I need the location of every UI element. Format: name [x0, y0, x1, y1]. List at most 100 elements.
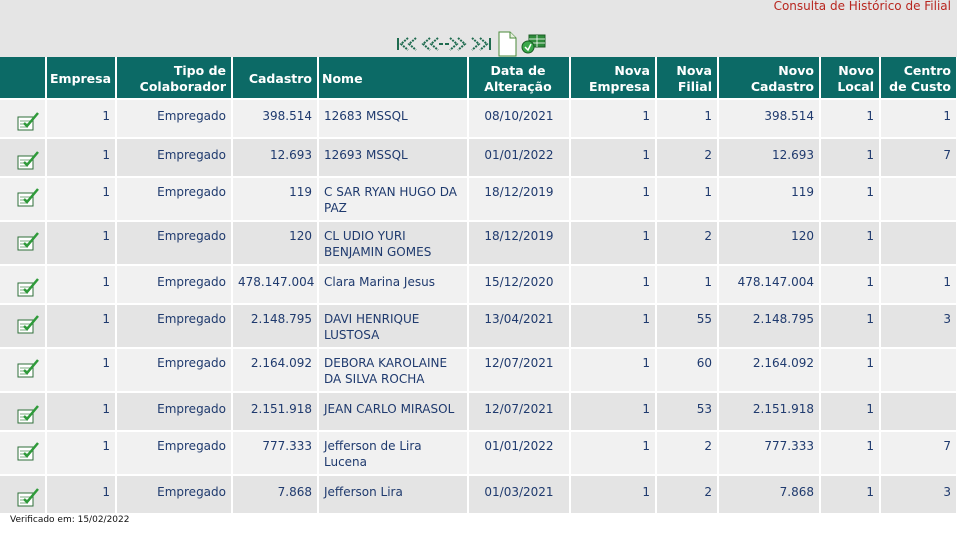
table-row: 1 Empregado 777.333 Jefferson de Lira Lucen…	[0, 431, 957, 476]
cell-cadastro: 777.333	[232, 431, 319, 476]
cell-tipo-colaborador: Empregado	[116, 221, 233, 266]
cell-nova-filial: 1	[656, 265, 719, 305]
cell-nova-empresa: 1	[570, 265, 657, 305]
edit-record-icon[interactable]	[0, 431, 47, 476]
cell-data-alteracao: 12/07/2021	[468, 348, 571, 393]
header-centro-custo[interactable]: Centro de Custo	[880, 57, 957, 100]
cell-nome: Clara Marina Jesus	[318, 265, 469, 305]
header-nova-filial[interactable]: Nova Filial	[656, 57, 719, 100]
cell-tipo-colaborador: Empregado	[116, 431, 233, 476]
table-row: 1 Empregado 2.164.092 DEBORA KAROLAINE DA S…	[0, 348, 957, 393]
edit-record-icon[interactable]	[0, 177, 47, 222]
cell-data-alteracao: 12/07/2021	[468, 392, 571, 432]
cell-centro-custo: 7	[880, 431, 957, 476]
header-novo-local[interactable]: Novo Local	[820, 57, 881, 100]
cell-novo-local: 1	[820, 475, 881, 515]
previous-page-icon[interactable]	[420, 35, 444, 53]
cell-data-alteracao: 18/12/2019	[468, 177, 571, 222]
excel-export-icon[interactable]	[520, 32, 546, 56]
history-table: Empresa Tipo de Colaborador Cadastro Nom…	[0, 57, 957, 515]
header-nome[interactable]: Nome	[318, 57, 469, 100]
cell-data-alteracao: 18/12/2019	[468, 221, 571, 266]
header-empresa[interactable]: Empresa	[46, 57, 117, 100]
cell-nova-empresa: 1	[570, 431, 657, 476]
cell-novo-cadastro: 2.148.795	[718, 304, 821, 349]
cell-nova-filial: 1	[656, 177, 719, 222]
header-data-alteracao[interactable]: Data de Alteração	[468, 57, 571, 100]
cell-novo-cadastro: 2.164.092	[718, 348, 821, 393]
cell-centro-custo	[880, 392, 957, 432]
table-row: 1 Empregado 120 CL UDIO YURI BENJAMIN GOMES…	[0, 221, 957, 266]
cell-centro-custo: 7	[880, 138, 957, 178]
cell-nome: C SAR RYAN HUGO DA PAZ	[318, 177, 469, 222]
cell-cadastro: 7.868	[232, 475, 319, 515]
last-page-icon[interactable]	[468, 35, 492, 53]
cell-nome: DEBORA KAROLAINE DA SILVA ROCHA	[318, 348, 469, 393]
header-novo-cadastro[interactable]: Novo Cadastro	[718, 57, 821, 100]
page-title: Consulta de Histórico de Filial	[773, 0, 951, 13]
next-page-icon[interactable]	[444, 35, 468, 53]
cell-nome: CL UDIO YURI BENJAMIN GOMES	[318, 221, 469, 266]
cell-novo-cadastro: 2.151.918	[718, 392, 821, 432]
cell-cadastro: 120	[232, 221, 319, 266]
table-row: 1 Empregado 7.868 Jefferson Lira 01/03/2021 1…	[0, 475, 957, 515]
cell-tipo-colaborador: Empregado	[116, 304, 233, 349]
cell-empresa: 1	[46, 392, 117, 432]
cell-novo-local: 1	[820, 431, 881, 476]
header-tipo-colaborador[interactable]: Tipo de Colaborador	[116, 57, 233, 100]
cell-novo-local: 1	[820, 265, 881, 305]
cell-tipo-colaborador: Empregado	[116, 177, 233, 222]
table-row: 1 Empregado 12.693 12693 MSSQL 01/01/2022 1 2 1…	[0, 138, 957, 178]
cell-nome: 12683 MSSQL	[318, 99, 469, 139]
table-row: 1 Empregado 2.148.795 DAVI HENRIQUE LUSTOSA…	[0, 304, 957, 349]
header-nova-empresa[interactable]: Nova Empresa	[570, 57, 657, 100]
cell-nova-empresa: 1	[570, 99, 657, 139]
document-icon[interactable]	[496, 31, 518, 57]
cell-nome: JEAN CARLO MIRASOL	[318, 392, 469, 432]
cell-empresa: 1	[46, 348, 117, 393]
cell-cadastro: 12.693	[232, 138, 319, 178]
edit-record-icon[interactable]	[0, 138, 47, 178]
cell-novo-cadastro: 398.514	[718, 99, 821, 139]
cell-cadastro: 478.147.004	[232, 265, 319, 305]
cell-centro-custo	[880, 348, 957, 393]
edit-record-icon[interactable]	[0, 304, 47, 349]
cell-centro-custo: 1	[880, 265, 957, 305]
cell-empresa: 1	[46, 304, 117, 349]
cell-nova-filial: 1	[656, 99, 719, 139]
cell-novo-local: 1	[820, 221, 881, 266]
cell-cadastro: 2.151.918	[232, 392, 319, 432]
cell-novo-cadastro: 12.693	[718, 138, 821, 178]
cell-nova-filial: 55	[656, 304, 719, 349]
cell-empresa: 1	[46, 221, 117, 266]
cell-novo-cadastro: 777.333	[718, 431, 821, 476]
cell-novo-local: 1	[820, 138, 881, 178]
edit-record-icon[interactable]	[0, 221, 47, 266]
first-page-icon[interactable]	[396, 35, 420, 53]
edit-record-icon[interactable]	[0, 99, 47, 139]
cell-novo-local: 1	[820, 392, 881, 432]
cell-novo-local: 1	[820, 99, 881, 139]
table-row: 1 Empregado 398.514 12683 MSSQL 08/10/2021 1 1…	[0, 99, 957, 139]
edit-record-icon[interactable]	[0, 265, 47, 305]
cell-centro-custo: 1	[880, 99, 957, 139]
cell-empresa: 1	[46, 99, 117, 139]
edit-record-icon[interactable]	[0, 392, 47, 432]
table-row: 1 Empregado 478.147.004 Clara Marina Jesus 1…	[0, 265, 957, 305]
cell-nova-filial: 2	[656, 138, 719, 178]
edit-record-icon[interactable]	[0, 348, 47, 393]
cell-tipo-colaborador: Empregado	[116, 265, 233, 305]
cell-nova-filial: 2	[656, 431, 719, 476]
cell-nova-empresa: 1	[570, 221, 657, 266]
edit-record-icon[interactable]	[0, 475, 47, 515]
cell-nova-filial: 2	[656, 221, 719, 266]
cell-cadastro: 398.514	[232, 99, 319, 139]
header-cadastro[interactable]: Cadastro	[232, 57, 319, 100]
cell-novo-local: 1	[820, 304, 881, 349]
cell-nova-filial: 60	[656, 348, 719, 393]
cell-data-alteracao: 01/01/2022	[468, 431, 571, 476]
cell-nova-empresa: 1	[570, 177, 657, 222]
cell-novo-local: 1	[820, 348, 881, 393]
cell-cadastro: 2.164.092	[232, 348, 319, 393]
cell-tipo-colaborador: Empregado	[116, 99, 233, 139]
